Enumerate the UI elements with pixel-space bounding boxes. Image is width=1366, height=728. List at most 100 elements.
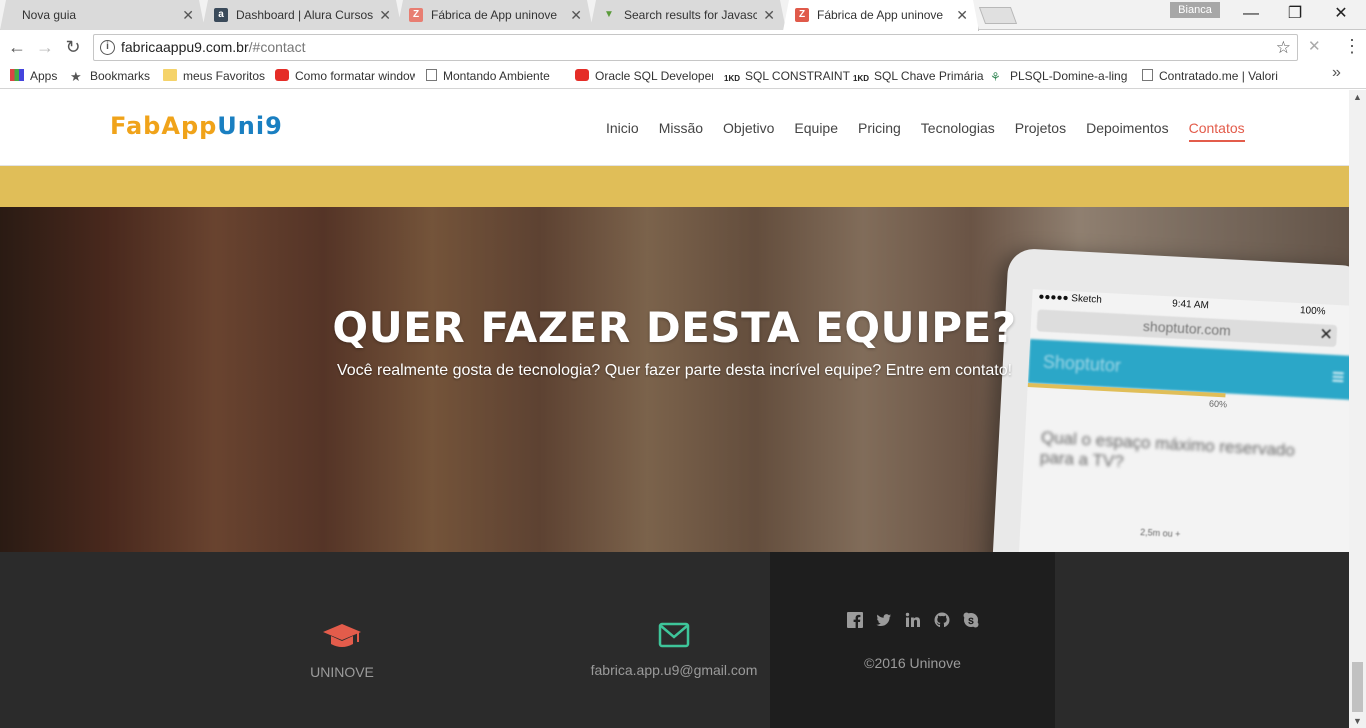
site-header: FabAppUni9 Inicio Missão Objetivo Equipe… — [0, 90, 1349, 166]
tab-title: Dashboard | Alura Cursos — [236, 8, 373, 22]
nav-item-pricing[interactable]: Pricing — [858, 118, 901, 142]
browser-tab-strip: Nova guia ✕ a Dashboard | Alura Cursos ✕… — [0, 0, 1366, 30]
bookmark-item[interactable]: Contratado.me | Valorizamos — [1142, 67, 1278, 85]
info-icon[interactable]: i — [100, 40, 115, 55]
url-text[interactable]: fabricaappu9.com.br/#contact — [121, 35, 305, 60]
close-icon[interactable]: ✕ — [570, 0, 582, 30]
filter-icon: ▼ — [604, 9, 614, 20]
close-icon[interactable]: ✕ — [763, 0, 775, 30]
url-host: fabricaappu9.com.br — [121, 39, 249, 55]
phone-mockup-image: ●●●●● Sketch 9:41 AM 100% shoptutor.com ✕… — [991, 247, 1349, 552]
bookmark-item[interactable]: Como formatar windows — [275, 67, 415, 85]
star-icon: ★ — [70, 69, 82, 84]
nav-item-tecnologias[interactable]: Tecnologias — [921, 118, 995, 142]
nav-item-missao[interactable]: Missão — [659, 118, 703, 142]
site-footer: UNINOVE fabrica.app.u9@gmail.com ©2016 U… — [0, 552, 1349, 728]
close-icon[interactable]: ✕ — [956, 0, 968, 30]
window-close-icon[interactable]: ✕ — [1318, 0, 1364, 30]
tab-title: Fábrica de App uninove — [817, 8, 944, 22]
minimize-icon[interactable]: — — [1228, 0, 1274, 30]
nav-item-depoimentos[interactable]: Depoimentos — [1086, 118, 1169, 142]
web-page: FabAppUni9 Inicio Missão Objetivo Equipe… — [0, 90, 1349, 728]
bookmark-item[interactable]: 1KD SQL Chave Primária — [853, 67, 984, 85]
tab-title: Nova guia — [22, 8, 77, 22]
scrollbar-thumb[interactable] — [1352, 662, 1363, 712]
youtube-icon — [275, 69, 289, 81]
apps-grid-icon — [10, 69, 24, 81]
bookmark-item[interactable]: Oracle SQL Developer — [575, 67, 713, 85]
tab-title: Fábrica de App uninove — [431, 8, 558, 22]
bookmark-label: Apps — [30, 69, 58, 83]
envelope-icon — [658, 622, 690, 648]
youtube-icon — [575, 69, 589, 81]
twitter-icon[interactable] — [875, 612, 892, 629]
address-bar[interactable]: i fabricaappu9.com.br/#contact ☆ — [93, 34, 1298, 61]
bookmark-label: Montando Ambiente — [443, 69, 550, 83]
main-nav: Inicio Missão Objetivo Equipe Pricing Te… — [596, 118, 1255, 142]
browser-tab-active[interactable]: Z Fábrica de App uninove ✕ — [783, 0, 979, 31]
extension-icon[interactable]: ✕ — [1308, 37, 1321, 55]
phone-dimension-label: 2,5m ou + — [1139, 527, 1181, 540]
linkedin-icon[interactable] — [904, 612, 921, 629]
bookmark-star-icon[interactable]: ☆ — [1276, 35, 1291, 60]
back-arrow-icon[interactable]: ← — [5, 35, 29, 59]
browser-tab[interactable]: ▼ Search results for Javascript ✕ — [590, 0, 786, 30]
bookmark-label: PLSQL-Domine-a-linguagem — [1010, 69, 1128, 83]
bookmark-item[interactable]: 1KD SQL CONSTRAINT — [724, 67, 850, 85]
nav-item-projetos[interactable]: Projetos — [1015, 118, 1066, 142]
1kd-icon: 1KD — [853, 74, 870, 83]
nav-item-objetivo[interactable]: Objetivo — [723, 118, 774, 142]
github-icon[interactable] — [933, 612, 950, 629]
scroll-down-arrow-icon[interactable]: ▼ — [1353, 716, 1362, 726]
bookmark-item[interactable]: meus Favoritos — [163, 67, 265, 85]
bookmark-label: Contratado.me | Valorizamos — [1159, 69, 1278, 83]
site-logo[interactable]: FabAppUni9 — [110, 112, 283, 140]
tab-title: Search results for Javascript — [624, 8, 753, 22]
alura-icon: a — [214, 8, 228, 22]
browser-tab[interactable]: a Dashboard | Alura Cursos ✕ — [202, 0, 402, 30]
facebook-icon[interactable] — [846, 612, 863, 629]
page-scrollbar[interactable]: ▲ ▼ — [1349, 90, 1366, 728]
bookmark-item[interactable]: ★ Bookmarks — [70, 67, 150, 85]
nav-item-contatos[interactable]: Contatos — [1188, 118, 1245, 142]
bookmark-label: Como formatar windows — [295, 69, 415, 83]
forward-arrow-icon[interactable]: → — [33, 35, 57, 59]
url-path: /#contact — [248, 39, 306, 55]
browser-tab[interactable]: Z Fábrica de App uninove ✕ — [397, 0, 593, 30]
chrome-menu-icon[interactable]: ⋮ — [1343, 36, 1361, 57]
graduation-cap-icon — [323, 624, 361, 647]
bookmarks-overflow-icon[interactable]: » — [1332, 64, 1341, 82]
bookmark-label: SQL CONSTRAINT — [745, 69, 850, 83]
restore-icon[interactable]: ❐ — [1272, 0, 1318, 30]
bookmark-item[interactable]: ⚘ PLSQL-Domine-a-linguagem — [990, 67, 1128, 85]
bookmark-item[interactable]: Montando Ambiente — [426, 67, 566, 85]
bookmark-label: Oracle SQL Developer — [595, 69, 713, 83]
skype-icon[interactable] — [962, 612, 979, 629]
reload-icon[interactable]: ↻ — [61, 35, 85, 59]
new-tab-button[interactable] — [978, 7, 1018, 24]
profile-button[interactable]: Bianca — [1170, 2, 1220, 18]
page-icon — [426, 69, 437, 81]
nav-item-equipe[interactable]: Equipe — [794, 118, 838, 142]
bookmark-item[interactable]: Apps — [10, 67, 57, 85]
footer-email: fabrica.app.u9@gmail.com — [574, 622, 774, 678]
bookmark-label: SQL Chave Primária — [874, 69, 984, 83]
scroll-up-arrow-icon[interactable]: ▲ — [1353, 92, 1362, 102]
footer-copyright: ©2016 Uninove — [864, 655, 961, 671]
network-icon: ⚘ — [990, 70, 1001, 84]
footer-org-name: UNINOVE — [310, 664, 374, 680]
browser-tab[interactable]: Nova guia ✕ — [0, 0, 205, 30]
zoho-icon: Z — [409, 8, 423, 22]
logo-part-1: FabApp — [110, 112, 218, 140]
browser-toolbar: ← → ↻ i fabricaappu9.com.br/#contact ☆ — [0, 31, 1366, 63]
hero-title: QUER FAZER DESTA EQUIPE? — [332, 303, 1017, 352]
bookmarks-bar: Apps ★ Bookmarks meus Favoritos Como form… — [0, 63, 1366, 89]
close-icon[interactable]: ✕ — [379, 0, 391, 30]
bookmark-label: meus Favoritos — [183, 69, 266, 83]
hero-text: QUER FAZER DESTA EQUIPE? Você realmente … — [0, 303, 1349, 380]
footer-email-link[interactable]: fabrica.app.u9@gmail.com — [591, 662, 758, 678]
bookmark-label: Bookmarks — [90, 69, 151, 83]
footer-org: UNINOVE — [272, 622, 412, 680]
nav-item-inicio[interactable]: Inicio — [606, 118, 639, 142]
close-icon[interactable]: ✕ — [182, 0, 194, 30]
